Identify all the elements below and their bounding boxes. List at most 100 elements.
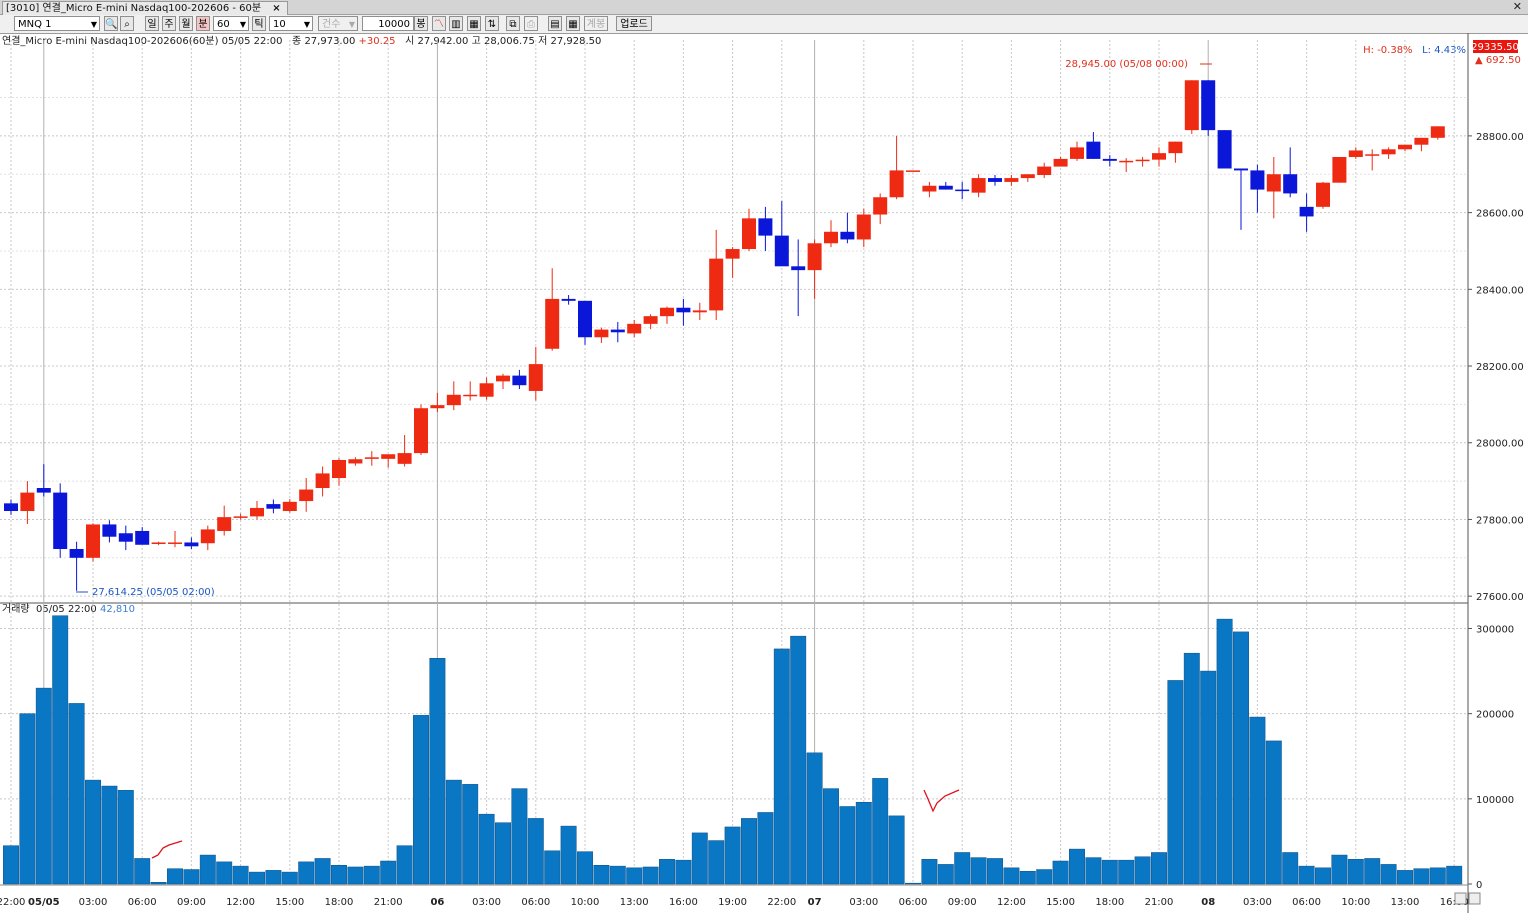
candle-body	[446, 394, 461, 406]
zoom-icon[interactable]	[1468, 892, 1481, 905]
volume-bar	[691, 832, 708, 885]
time-tick-label: 22:00	[767, 897, 796, 908]
candle-body	[299, 489, 314, 502]
volume-bar	[1200, 670, 1217, 885]
volume-bar	[1085, 857, 1102, 885]
volume-bar	[839, 806, 856, 885]
volume-bar	[741, 818, 757, 885]
volume-bar	[1397, 870, 1413, 885]
candle	[1135, 156, 1150, 167]
candle-body	[742, 218, 756, 250]
candle-body	[332, 460, 346, 479]
candle	[610, 321, 625, 343]
candle	[1119, 158, 1134, 172]
candle	[414, 404, 428, 456]
volume-bar	[1052, 860, 1069, 885]
volume-bar	[1380, 864, 1397, 885]
candle-body	[364, 457, 379, 459]
candle-body	[955, 189, 970, 192]
volume-bar	[298, 861, 315, 885]
candle	[282, 499, 297, 513]
time-tick-label: 03:00	[1243, 897, 1272, 908]
candle	[250, 501, 264, 520]
volume-bar	[642, 866, 659, 885]
candle	[545, 268, 560, 351]
volume-bar	[790, 635, 807, 885]
volume-bar	[1151, 852, 1167, 885]
volume-bar	[3, 845, 19, 885]
candle-body	[1119, 160, 1134, 163]
candle-body	[282, 501, 297, 512]
candle	[758, 206, 773, 251]
candle	[807, 239, 822, 299]
candle-body	[1102, 158, 1117, 161]
candle	[217, 505, 232, 536]
price-tick-label: 28600.00	[1476, 209, 1524, 220]
candle	[397, 435, 412, 467]
candle-body	[1332, 156, 1347, 183]
candlestick-chart[interactable]: 27600.00 27800.00 28000.00 28200.00 28400.00…	[0, 0, 1528, 913]
volume-bar	[560, 825, 577, 885]
candle-body	[233, 516, 248, 518]
candle-body	[1070, 147, 1084, 159]
candle-body	[1086, 141, 1101, 159]
volume-bar	[380, 860, 397, 885]
candle-body	[692, 310, 707, 313]
volume-bar	[1069, 848, 1085, 885]
volume-bar	[1347, 859, 1364, 885]
price-tick-label: 28800.00	[1476, 132, 1524, 143]
volume-bar	[1315, 867, 1331, 885]
candle	[69, 541, 84, 591]
volume-bar	[773, 648, 790, 885]
volume-bar	[1036, 869, 1053, 885]
candle-body	[1020, 174, 1035, 179]
volume-bar	[1282, 852, 1299, 885]
time-tick-label: 06	[430, 897, 444, 908]
time-tick-label: 15:00	[275, 897, 304, 908]
candle	[1217, 130, 1232, 169]
volume-bar	[216, 861, 233, 885]
current-price: 29335.50	[1471, 42, 1519, 53]
volume-bar	[199, 854, 216, 885]
candle-body	[774, 235, 789, 267]
candle	[118, 525, 133, 551]
volume-bar	[19, 713, 36, 885]
candle-body	[1135, 159, 1150, 162]
candle-body	[1365, 154, 1380, 156]
candle	[200, 525, 215, 551]
candle-body	[840, 231, 855, 240]
time-tick-label: 06:00	[128, 897, 157, 908]
candle-body	[4, 503, 18, 512]
candle-body	[660, 307, 674, 317]
candle-body	[315, 473, 330, 488]
candle	[528, 346, 543, 401]
volume-bar	[150, 882, 167, 885]
volume-bar	[35, 687, 52, 885]
volume-bar	[675, 859, 692, 885]
candle	[1398, 144, 1412, 152]
candle	[1430, 126, 1445, 140]
candle-body	[151, 542, 166, 544]
candle	[102, 520, 117, 543]
candle-body	[512, 375, 527, 386]
volume-bar	[1216, 618, 1233, 885]
volume-bar	[872, 778, 889, 885]
candle-body	[791, 266, 806, 271]
candle-body	[348, 459, 363, 464]
volume-bar	[593, 865, 610, 885]
candle	[774, 201, 789, 267]
candle	[430, 392, 445, 413]
candle	[676, 298, 691, 326]
candle-body	[545, 298, 560, 349]
volume-bar	[1233, 631, 1249, 885]
volume-bar	[117, 790, 134, 885]
candle-body	[200, 529, 215, 544]
volume-bar	[1167, 680, 1184, 885]
time-tick-label: 06:00	[899, 897, 928, 908]
candle	[1037, 162, 1052, 179]
candle	[512, 369, 527, 390]
zoom-out-icon[interactable]	[1454, 892, 1467, 905]
volume-bar	[1249, 716, 1266, 885]
candle-body	[1184, 80, 1199, 131]
time-tick-label: 21:00	[374, 897, 403, 908]
